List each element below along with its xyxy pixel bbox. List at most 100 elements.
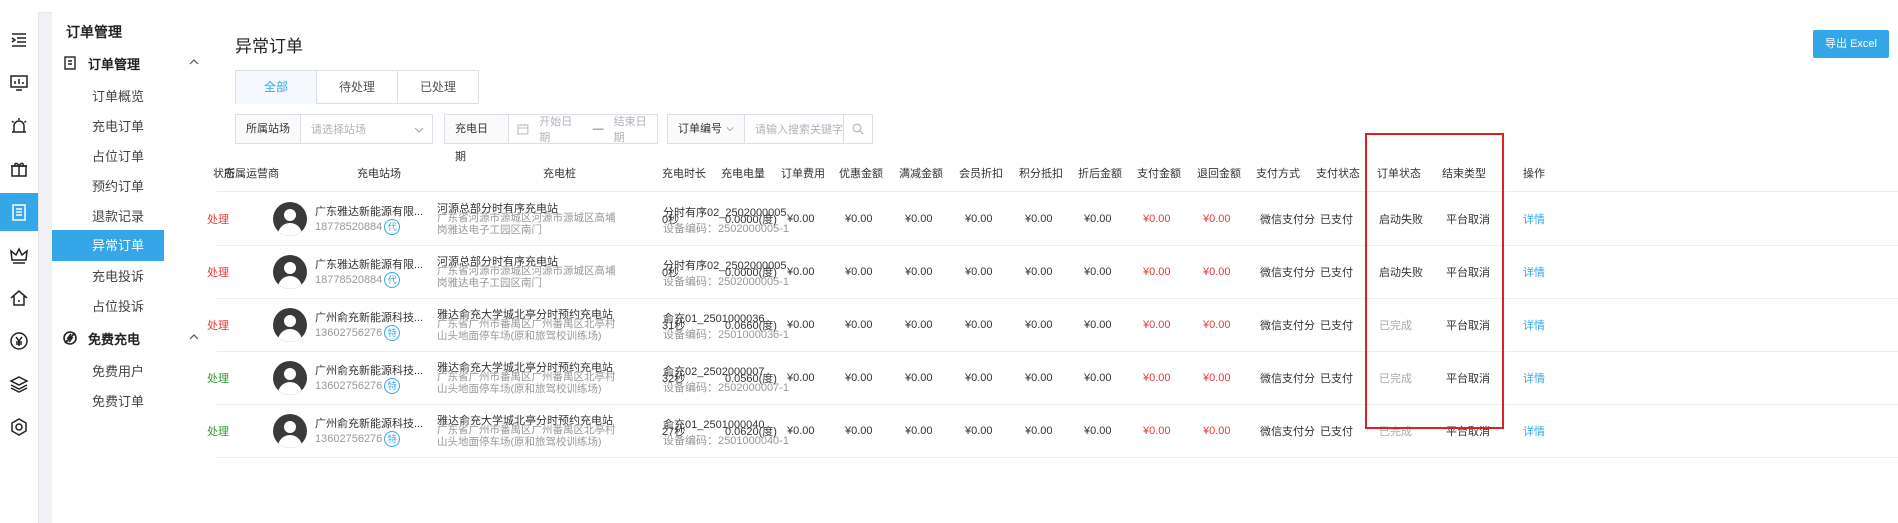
order-fee: ¥0.00 xyxy=(787,318,815,331)
col-pay-method: 支付方式 xyxy=(1256,168,1300,180)
dashboard-icon[interactable] xyxy=(0,64,38,102)
operator-phone: 18778520884 代 xyxy=(315,219,401,235)
after-discount: ¥0.00 xyxy=(1084,318,1112,331)
duration: 0秒 xyxy=(662,266,680,279)
gift-icon[interactable] xyxy=(0,150,38,188)
table-row: 处理 广东雅达新能源有限... 18778520884 代 河源总部分时有序充电站… xyxy=(207,245,1898,299)
detail-link[interactable]: 详情 xyxy=(1523,351,1545,404)
col-pile: 充电桩 xyxy=(543,168,576,180)
col-station: 充电站场 xyxy=(357,168,401,180)
after-discount: ¥0.00 xyxy=(1084,265,1112,278)
detail-link[interactable]: 详情 xyxy=(1523,404,1545,457)
order-search: 订单编号 请输入搜索关键字 xyxy=(667,114,873,144)
col-duration: 充电时长 xyxy=(662,168,706,180)
order-fee: ¥0.00 xyxy=(787,424,815,437)
clipboard-icon xyxy=(64,56,76,70)
search-button[interactable] xyxy=(843,115,872,143)
date-label: 充电日期 xyxy=(445,115,510,163)
pay-status: 已支付 xyxy=(1320,372,1353,385)
chevron-down-icon xyxy=(726,127,734,132)
pay-method: 微信支付分 xyxy=(1260,266,1315,279)
table-row: 处理 广州俞充新能源科技... 13602756276 特 雅达俞充大学城北亭分时… xyxy=(207,404,1898,458)
settings-icon[interactable] xyxy=(0,408,38,446)
pay-method: 微信支付分 xyxy=(1260,425,1315,438)
points-deduct: ¥0.00 xyxy=(1025,318,1053,331)
sidebar-item-charge-orders[interactable]: 充电订单 xyxy=(52,110,217,144)
start-date-input[interactable]: 开始日期 xyxy=(529,113,582,145)
order-field-select[interactable]: 订单编号 xyxy=(668,115,745,143)
chevron-up-icon xyxy=(189,59,199,65)
end-date-input[interactable]: 结束日期 xyxy=(614,113,657,145)
station-address: 广东省河源市源城区河源市源城区高埔岗雅达电子工园区南门 xyxy=(437,265,616,289)
operator-badge: 代 xyxy=(384,272,401,288)
order-status: 启动失败 xyxy=(1379,213,1423,226)
tab-processed[interactable]: 已处理 xyxy=(397,70,479,104)
operator-phone: 13602756276 特 xyxy=(315,325,401,341)
station-select[interactable]: 所属站场 请选择站场 xyxy=(235,114,433,144)
operator-badge: 特 xyxy=(384,431,401,447)
end-type: 平台取消 xyxy=(1446,372,1490,385)
duration: 27秒 xyxy=(662,425,686,438)
order-icon[interactable] xyxy=(0,193,38,231)
order-search-input[interactable]: 请输入搜索关键字 xyxy=(745,121,843,137)
points-deduct: ¥0.00 xyxy=(1025,265,1053,278)
energy: 0.0560(度) xyxy=(725,372,777,385)
full-reduce-amount: ¥0.00 xyxy=(905,371,933,384)
tab-pending[interactable]: 待处理 xyxy=(316,70,398,104)
order-fee: ¥0.00 xyxy=(787,265,815,278)
sidebar-group-label: 免费充电 xyxy=(88,331,141,347)
after-discount: ¥0.00 xyxy=(1084,212,1112,225)
avatar xyxy=(273,361,307,395)
order-status: 已完成 xyxy=(1379,319,1412,332)
table-header: 状态 所属运营商 充电站场 充电桩 充电时长 充电电量 订单费用 优惠金额 满减… xyxy=(213,157,1898,192)
full-reduce-amount: ¥0.00 xyxy=(905,265,933,278)
detail-link[interactable]: 详情 xyxy=(1523,298,1545,351)
menu-toggle-icon[interactable] xyxy=(0,21,38,59)
crown-icon[interactable] xyxy=(0,236,38,274)
search-icon xyxy=(852,123,864,135)
status-tabs: 全部 待处理 已处理 xyxy=(235,70,479,104)
discount-amount: ¥0.00 xyxy=(845,371,873,384)
operator-badge: 特 xyxy=(384,378,401,394)
tab-all[interactable]: 全部 xyxy=(235,70,317,104)
alarm-icon[interactable] xyxy=(0,107,38,145)
pay-status: 已支付 xyxy=(1320,213,1353,226)
end-type: 平台取消 xyxy=(1446,319,1490,332)
station-address: 广东省广州市番禺区广州番禺区北亭村山头地面停车场(原和旅驾校训练场) xyxy=(437,318,616,342)
station-label: 所属站场 xyxy=(236,115,301,143)
paid-amount: ¥0.00 xyxy=(1143,318,1171,331)
member-discount: ¥0.00 xyxy=(965,371,993,384)
yen-icon[interactable] xyxy=(0,322,38,360)
refund-amount: ¥0.00 xyxy=(1203,424,1231,437)
duration: 32秒 xyxy=(662,372,686,385)
full-reduce-amount: ¥0.00 xyxy=(905,318,933,331)
station-address: 广东省广州市番禺区广州番禺区北亭村山头地面停车场(原和旅驾校训练场) xyxy=(437,424,616,448)
refund-amount: ¥0.00 xyxy=(1203,318,1231,331)
station-address: 广东省广州市番禺区广州番禺区北亭村山头地面停车场(原和旅驾校训练场) xyxy=(437,371,616,395)
col-energy: 充电电量 xyxy=(721,168,765,180)
pay-method: 微信支付分 xyxy=(1260,319,1315,332)
operator-badge: 特 xyxy=(384,325,401,341)
avatar xyxy=(273,308,307,342)
points-deduct: ¥0.00 xyxy=(1025,371,1053,384)
full-reduce-amount: ¥0.00 xyxy=(905,212,933,225)
home-icon[interactable] xyxy=(0,279,38,317)
detail-link[interactable]: 详情 xyxy=(1523,192,1545,245)
sidebar-group-order[interactable]: 订单管理 xyxy=(52,48,217,78)
date-range-picker[interactable]: 充电日期 开始日期 — 结束日期 xyxy=(444,113,658,163)
pay-method: 微信支付分 xyxy=(1260,372,1315,385)
row-status: 处理 xyxy=(207,213,229,226)
pay-status: 已支付 xyxy=(1320,425,1353,438)
sidebar-item-abnormal-orders[interactable]: 异常订单 xyxy=(52,230,164,261)
layers-icon[interactable] xyxy=(0,365,38,403)
after-discount: ¥0.00 xyxy=(1084,371,1112,384)
sidebar-item-order-overview[interactable]: 订单概览 xyxy=(52,80,217,114)
operator-name: 广东雅达新能源有限... xyxy=(315,206,424,218)
detail-link[interactable]: 详情 xyxy=(1523,245,1545,298)
row-status: 处理 xyxy=(207,266,229,279)
end-type: 平台取消 xyxy=(1446,266,1490,279)
row-status: 处理 xyxy=(207,372,229,385)
export-excel-button[interactable]: 导出 Excel xyxy=(1813,30,1889,58)
col-fee: 订单费用 xyxy=(781,168,825,180)
operator-name: 广州俞充新能源科技... xyxy=(315,365,424,377)
